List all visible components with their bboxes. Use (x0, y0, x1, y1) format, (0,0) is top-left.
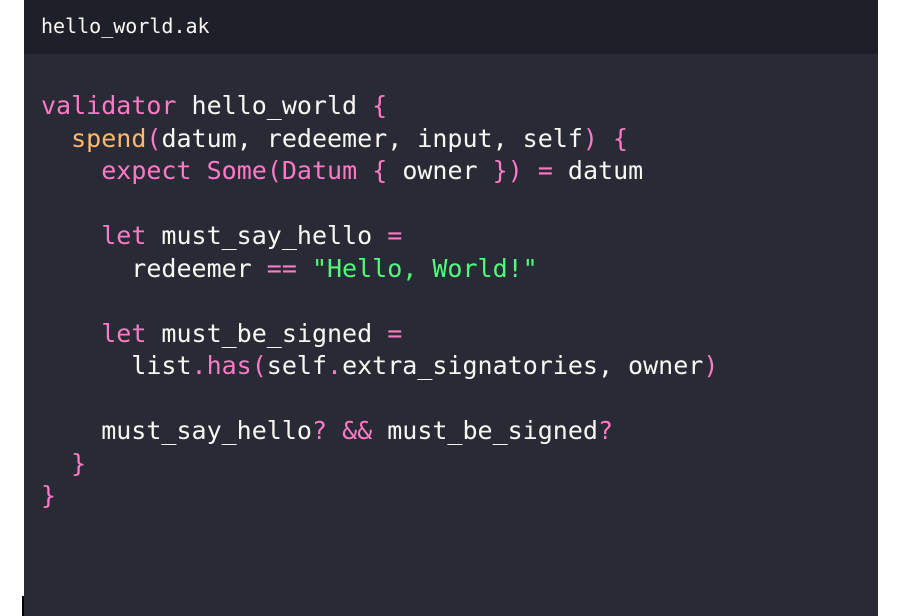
code-line: let must_say_hello = (41, 220, 718, 253)
code-token: validator (41, 91, 177, 120)
code-token: == (266, 253, 297, 283)
code-token: ( (146, 123, 162, 153)
code-token: ( (266, 156, 282, 185)
code-token: && (342, 416, 373, 445)
code-token: = (537, 156, 553, 185)
code-line: } (41, 480, 718, 513)
code-token: must_be_signed (372, 416, 598, 445)
code-line: } (41, 448, 718, 481)
code-token: = (387, 221, 403, 250)
editor-tab-bar: hello_world.ak (24, 0, 878, 54)
code-line: redeemer == "Hello, World!" (41, 253, 718, 286)
code-token: { (613, 123, 629, 153)
code-token: list (41, 351, 192, 380)
code-token: } (492, 156, 508, 185)
code-token: must_say_hello (41, 416, 312, 445)
code-token: Datum (281, 156, 358, 185)
code-token: must_be_signed (146, 318, 388, 348)
code-token: hello_world (176, 91, 373, 120)
code-token: ? (311, 416, 327, 445)
code-area[interactable]: validator hello_world { spend(datum, red… (41, 90, 718, 513)
code-line: let must_be_signed = (41, 318, 718, 351)
code-token: datum (552, 156, 644, 185)
code-token: self (266, 351, 328, 380)
code-token: must_say_hello (146, 221, 388, 250)
code-token: has (206, 351, 252, 380)
code-token: expect (101, 156, 192, 185)
code-line: list.has(self.extra_signatories, owner) (41, 350, 718, 383)
code-token: } (41, 481, 57, 510)
code-line: expect Some(Datum { owner }) = datum (41, 155, 718, 188)
code-token: spend (71, 123, 147, 153)
code-token: { (372, 91, 388, 120)
code-token: Some (206, 156, 267, 185)
code-token: owner (387, 156, 493, 185)
code-token: { (372, 156, 388, 185)
code-token: } (71, 448, 87, 478)
code-token: ) (582, 123, 598, 153)
code-token: . (191, 351, 207, 380)
code-token: ( (251, 351, 267, 380)
file-tab-title[interactable]: hello_world.ak (41, 13, 210, 39)
code-line: validator hello_world { (41, 90, 718, 123)
code-token: redeemer (41, 253, 267, 283)
code-token: let (101, 318, 147, 348)
code-token: ) (507, 156, 523, 185)
code-token: datum, redeemer, input, self (161, 123, 583, 153)
code-token: ) (703, 351, 719, 380)
code-token: . (327, 351, 343, 380)
code-line: must_say_hello? && must_be_signed? (41, 415, 718, 448)
code-editor[interactable]: hello_world.ak validator hello_world { s… (24, 0, 878, 616)
code-token: "Hello, World!" (311, 253, 538, 283)
code-token: let (101, 221, 147, 250)
code-token: extra_signatories, owner (342, 351, 704, 380)
code-token: ? (597, 416, 614, 445)
code-token: = (387, 318, 403, 348)
code-line: spend(datum, redeemer, input, self) { (41, 123, 718, 156)
